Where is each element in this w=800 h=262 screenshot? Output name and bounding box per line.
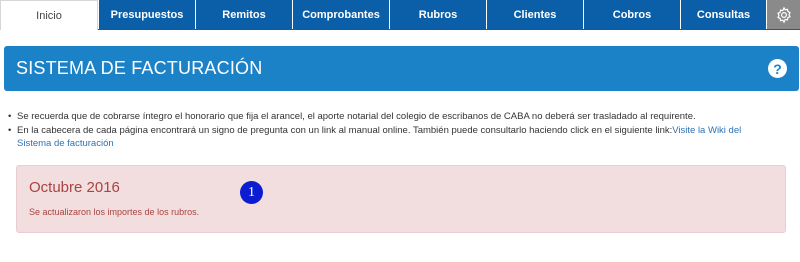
- page-title: SISTEMA DE FACTURACIÓN: [16, 58, 263, 78]
- notes-list: Se recuerda que de cobrarse íntegro el h…: [8, 110, 778, 151]
- note-item: Se recuerda que de cobrarse íntegro el h…: [8, 110, 778, 124]
- alert-box: Octubre 2016 Se actualizaron los importe…: [16, 165, 786, 233]
- settings-button[interactable]: [766, 0, 800, 30]
- alert-title: Octubre 2016: [29, 179, 120, 196]
- note-item: En la cabecera de cada página encontrará…: [8, 124, 778, 151]
- tab-clientes[interactable]: Clientes: [486, 0, 583, 30]
- main-nav: Inicio Presupuestos Remitos Comprobantes…: [0, 0, 800, 30]
- nav-divider: [98, 29, 800, 30]
- help-icon[interactable]: ?: [768, 59, 787, 78]
- tab-cobros[interactable]: Cobros: [583, 0, 680, 30]
- gear-icon: [776, 6, 791, 24]
- note-text: Se recuerda que de cobrarse íntegro el h…: [17, 111, 696, 122]
- tab-presupuestos[interactable]: Presupuestos: [98, 0, 195, 30]
- alert-message: Se actualizaron los importes de los rubr…: [29, 207, 200, 217]
- annotation-marker: 1: [240, 181, 263, 204]
- tab-consultas[interactable]: Consultas: [680, 0, 766, 30]
- tab-inicio[interactable]: Inicio: [0, 0, 98, 30]
- tab-comprobantes[interactable]: Comprobantes: [292, 0, 389, 30]
- note-text: En la cabecera de cada página encontrará…: [17, 124, 673, 136]
- tab-remitos[interactable]: Remitos: [195, 0, 292, 30]
- tab-rubros[interactable]: Rubros: [389, 0, 486, 30]
- page-header: SISTEMA DE FACTURACIÓN ?: [4, 46, 799, 91]
